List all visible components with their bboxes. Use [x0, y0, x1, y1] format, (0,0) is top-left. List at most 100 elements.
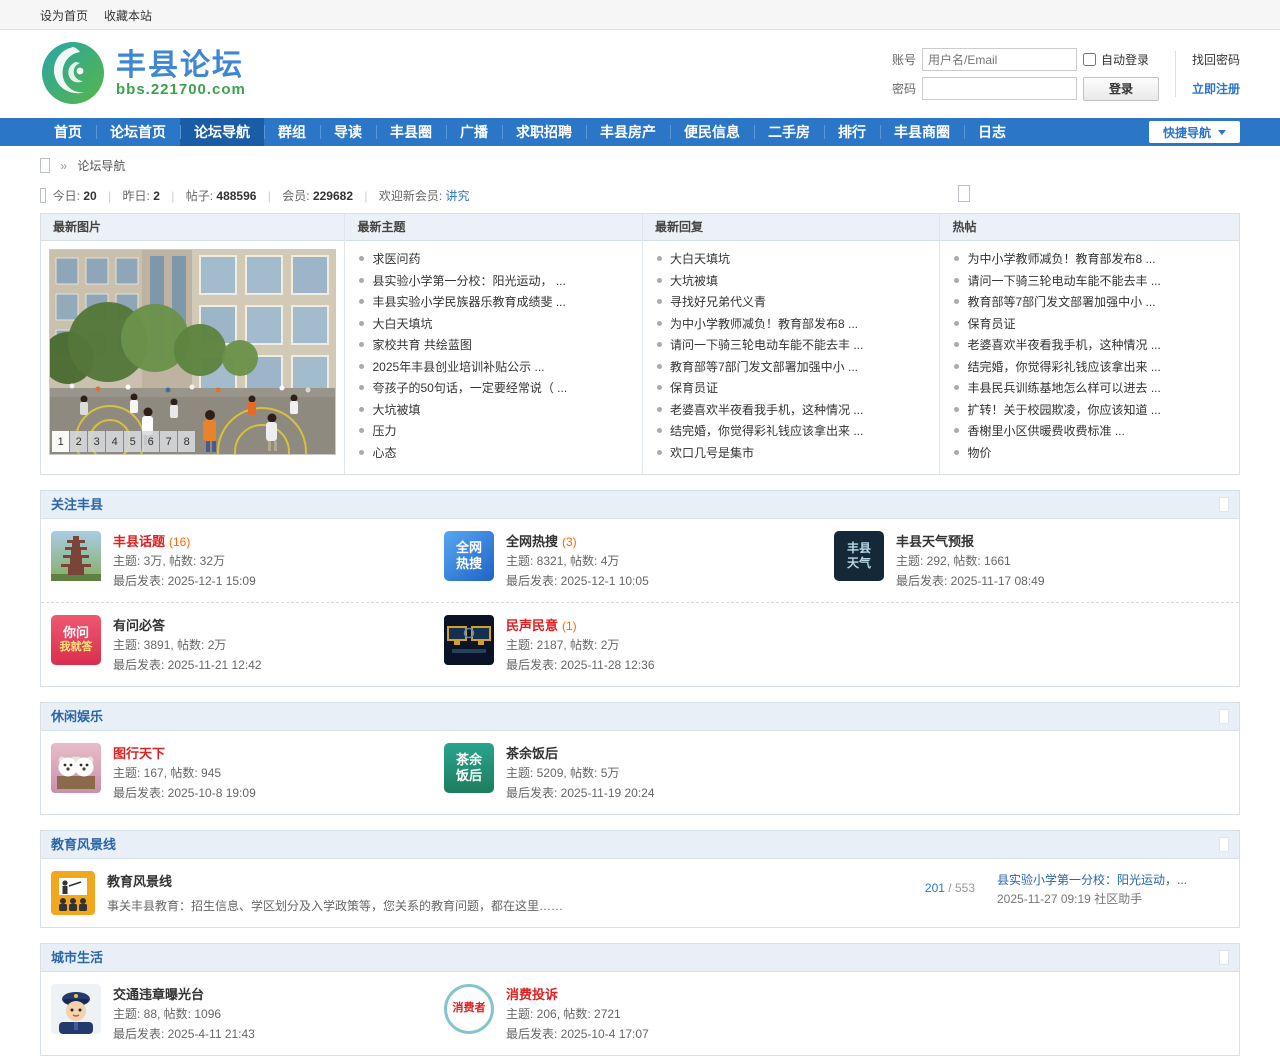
latest-images-column: 最新图片 [41, 214, 344, 474]
education-forum-icon[interactable] [51, 871, 95, 915]
hot-posts-header: 热帖 [940, 214, 1239, 241]
topic-link[interactable]: 县实验小学第一分校：阳光运动， ... [359, 271, 632, 293]
hot-post-link[interactable]: 为中小学教师减负！教育部发布8 ... [954, 249, 1229, 271]
collapse-icon[interactable] [1219, 497, 1229, 512]
topic-link[interactable]: 丰县实验小学民族器乐教育成绩斐 ... [359, 292, 632, 314]
topic-link[interactable]: 心态 [359, 443, 632, 465]
password-input[interactable] [922, 77, 1077, 100]
forum-name-link[interactable]: 丰县天气预报 [896, 534, 974, 549]
reply-link[interactable]: 教育部等7部门发文部署加强中小 ... [657, 357, 930, 379]
ask-forum-icon[interactable]: 你问 我就答 [51, 615, 101, 665]
forum-stats: 主题: 5209, 帖数: 5万 [506, 764, 655, 782]
pager-5[interactable]: 5 [124, 431, 141, 452]
forum-description: 事关丰县教育：招生信息、学区划分及入学政策等，您关系的教育问题，都在这里…… [107, 897, 563, 914]
auto-login-option[interactable]: 自动登录 [1083, 51, 1149, 68]
nav-business-circle[interactable]: 丰县商圈 [880, 118, 964, 146]
reply-link[interactable]: 大坑被填 [657, 271, 930, 293]
reply-link[interactable]: 请问一下骑三轮电动车能不能去丰 ... [657, 335, 930, 357]
forum-name-link[interactable]: 有问必答 [113, 618, 165, 633]
topic-link[interactable]: 家校共育 共绘蓝图 [359, 335, 632, 357]
topic-link[interactable]: 夸孩子的50句话，一定要经常说（ ... [359, 378, 632, 400]
hot-post-link[interactable]: 香榭里小区供暖费收费标准 ... [954, 421, 1229, 443]
account-input[interactable] [922, 48, 1077, 71]
reply-link[interactable]: 结完婚，你觉得彩礼钱应该拿出来 ... [657, 421, 930, 443]
forum-name-link[interactable]: 教育风景线 [107, 874, 172, 889]
hot-post-link[interactable]: 保育员证 [954, 314, 1229, 336]
topic-link[interactable]: 大白天填坑 [359, 314, 632, 336]
find-password-link[interactable]: 找回密码 [1192, 51, 1240, 68]
hot-post-link[interactable]: 结完婚，你觉得彩礼钱应该拿出来 ... [954, 357, 1229, 379]
nav-convenience-info[interactable]: 便民信息 [670, 118, 754, 146]
hot-post-link[interactable]: 请问一下骑三轮电动车能不能去丰 ... [954, 271, 1229, 293]
home-icon[interactable] [40, 158, 50, 173]
monitors-forum-icon[interactable] [444, 615, 494, 665]
reply-link[interactable]: 老婆喜欢半夜看我手机，这种情况 ... [657, 400, 930, 422]
pager-8[interactable]: 8 [178, 431, 195, 452]
topic-link[interactable]: 求医问药 [359, 249, 632, 271]
auto-login-checkbox[interactable] [1083, 53, 1096, 66]
nav-blogs[interactable]: 日志 [964, 118, 1020, 146]
pager-7[interactable]: 7 [160, 431, 177, 452]
quick-nav-button[interactable]: 快捷导航 [1149, 121, 1240, 143]
hot-post-link[interactable]: 物价 [954, 443, 1229, 465]
hot-post-link[interactable]: 老婆喜欢半夜看我手机，这种情况 ... [954, 335, 1229, 357]
policeman-forum-icon[interactable] [51, 984, 101, 1034]
hot-post-link[interactable]: 扩转！关于校园欺凌，你应该知道 ... [954, 400, 1229, 422]
pager-1[interactable]: 1 [52, 431, 69, 452]
hot-search-forum-icon[interactable]: 全网 热搜 [444, 531, 494, 581]
forum-name-link[interactable]: 全网热搜 [506, 534, 558, 549]
forum-name-link[interactable]: 茶余饭后 [506, 746, 558, 761]
login-button[interactable]: 登录 [1083, 77, 1159, 101]
collapse-icon[interactable] [1219, 709, 1229, 724]
forum-lastpost: 最后发表: 2025-11-19 20:24 [506, 784, 655, 802]
bookmark-link[interactable]: 收藏本站 [104, 7, 152, 24]
forum-name-link[interactable]: 交通违章曝光台 [113, 987, 204, 1002]
forum-name-link[interactable]: 民声民意 [506, 618, 558, 633]
newest-member-link[interactable]: 讲究 [446, 189, 470, 203]
nav-ranking[interactable]: 排行 [824, 118, 880, 146]
reply-link[interactable]: 大白天填坑 [657, 249, 930, 271]
weather-forum-icon[interactable]: 丰县 天气 [834, 531, 884, 581]
nav-jobs[interactable]: 求职招聘 [502, 118, 586, 146]
register-link[interactable]: 立即注册 [1192, 80, 1240, 97]
collapse-icon[interactable] [1219, 950, 1229, 965]
latest-image-photo[interactable]: 1 2 3 4 5 6 7 8 [49, 249, 336, 455]
nav-guide[interactable]: 导读 [320, 118, 376, 146]
forum-name-link[interactable]: 图行天下 [113, 746, 165, 761]
site-logo[interactable]: 丰县论坛 bbs.221700.com [40, 40, 246, 109]
stat-posts-label: 帖子: [186, 189, 213, 203]
reply-link[interactable]: 为中小学教师减负！教育部发布8 ... [657, 314, 930, 336]
hot-post-link[interactable]: 教育部等7部门发文部署加强中小 ... [954, 292, 1229, 314]
forum-name-link[interactable]: 丰县话题 [113, 534, 165, 549]
nav-broadcast[interactable]: 广播 [446, 118, 502, 146]
nav-forum-index[interactable]: 论坛首页 [96, 118, 180, 146]
pager-2[interactable]: 2 [70, 431, 87, 452]
hot-post-link[interactable]: 丰县民兵训练基地怎么样可以进去 ... [954, 378, 1229, 400]
topic-link[interactable]: 2025年丰县创业培训补贴公示 ... [359, 357, 632, 379]
nav-realestate[interactable]: 丰县房产 [586, 118, 670, 146]
consumer-forum-icon[interactable]: 消费者 [444, 984, 494, 1034]
nav-groups[interactable]: 群组 [264, 118, 320, 146]
nav-home[interactable]: 首页 [40, 118, 96, 146]
forum-name-link[interactable]: 消费投诉 [506, 987, 558, 1002]
nav-fengxian-circle[interactable]: 丰县圈 [376, 118, 446, 146]
lastpost-title-link[interactable]: 县实验小学第一分校：阳光运动，... [997, 871, 1229, 890]
topic-link[interactable]: 大坑被填 [359, 400, 632, 422]
collapse-icon[interactable] [1219, 837, 1229, 852]
pager-3[interactable]: 3 [88, 431, 105, 452]
reply-link[interactable]: 寻找好兄弟代义青 [657, 292, 930, 314]
pagoda-forum-icon[interactable] [51, 531, 101, 581]
site-header: 丰县论坛 bbs.221700.com 账号 自动登录 密码 登录 [0, 30, 1280, 118]
tea-forum-icon[interactable]: 茶余 饭后 [444, 743, 494, 793]
topic-link[interactable]: 压力 [359, 421, 632, 443]
puppies-forum-icon[interactable] [51, 743, 101, 793]
forum-photo-world: 图行天下 主题: 167, 帖数: 945 最后发表: 2025-10-8 19… [51, 743, 444, 802]
nav-secondhand[interactable]: 二手房 [754, 118, 824, 146]
reply-link[interactable]: 欢口几号是集市 [657, 443, 930, 465]
set-home-link[interactable]: 设为首页 [40, 7, 88, 24]
pager-4[interactable]: 4 [106, 431, 123, 452]
pager-6[interactable]: 6 [142, 431, 159, 452]
reply-link[interactable]: 保育员证 [657, 378, 930, 400]
nav-forum-nav[interactable]: 论坛导航 [180, 118, 264, 146]
forum-stats: 主题: 292, 帖数: 1661 [896, 552, 1045, 570]
